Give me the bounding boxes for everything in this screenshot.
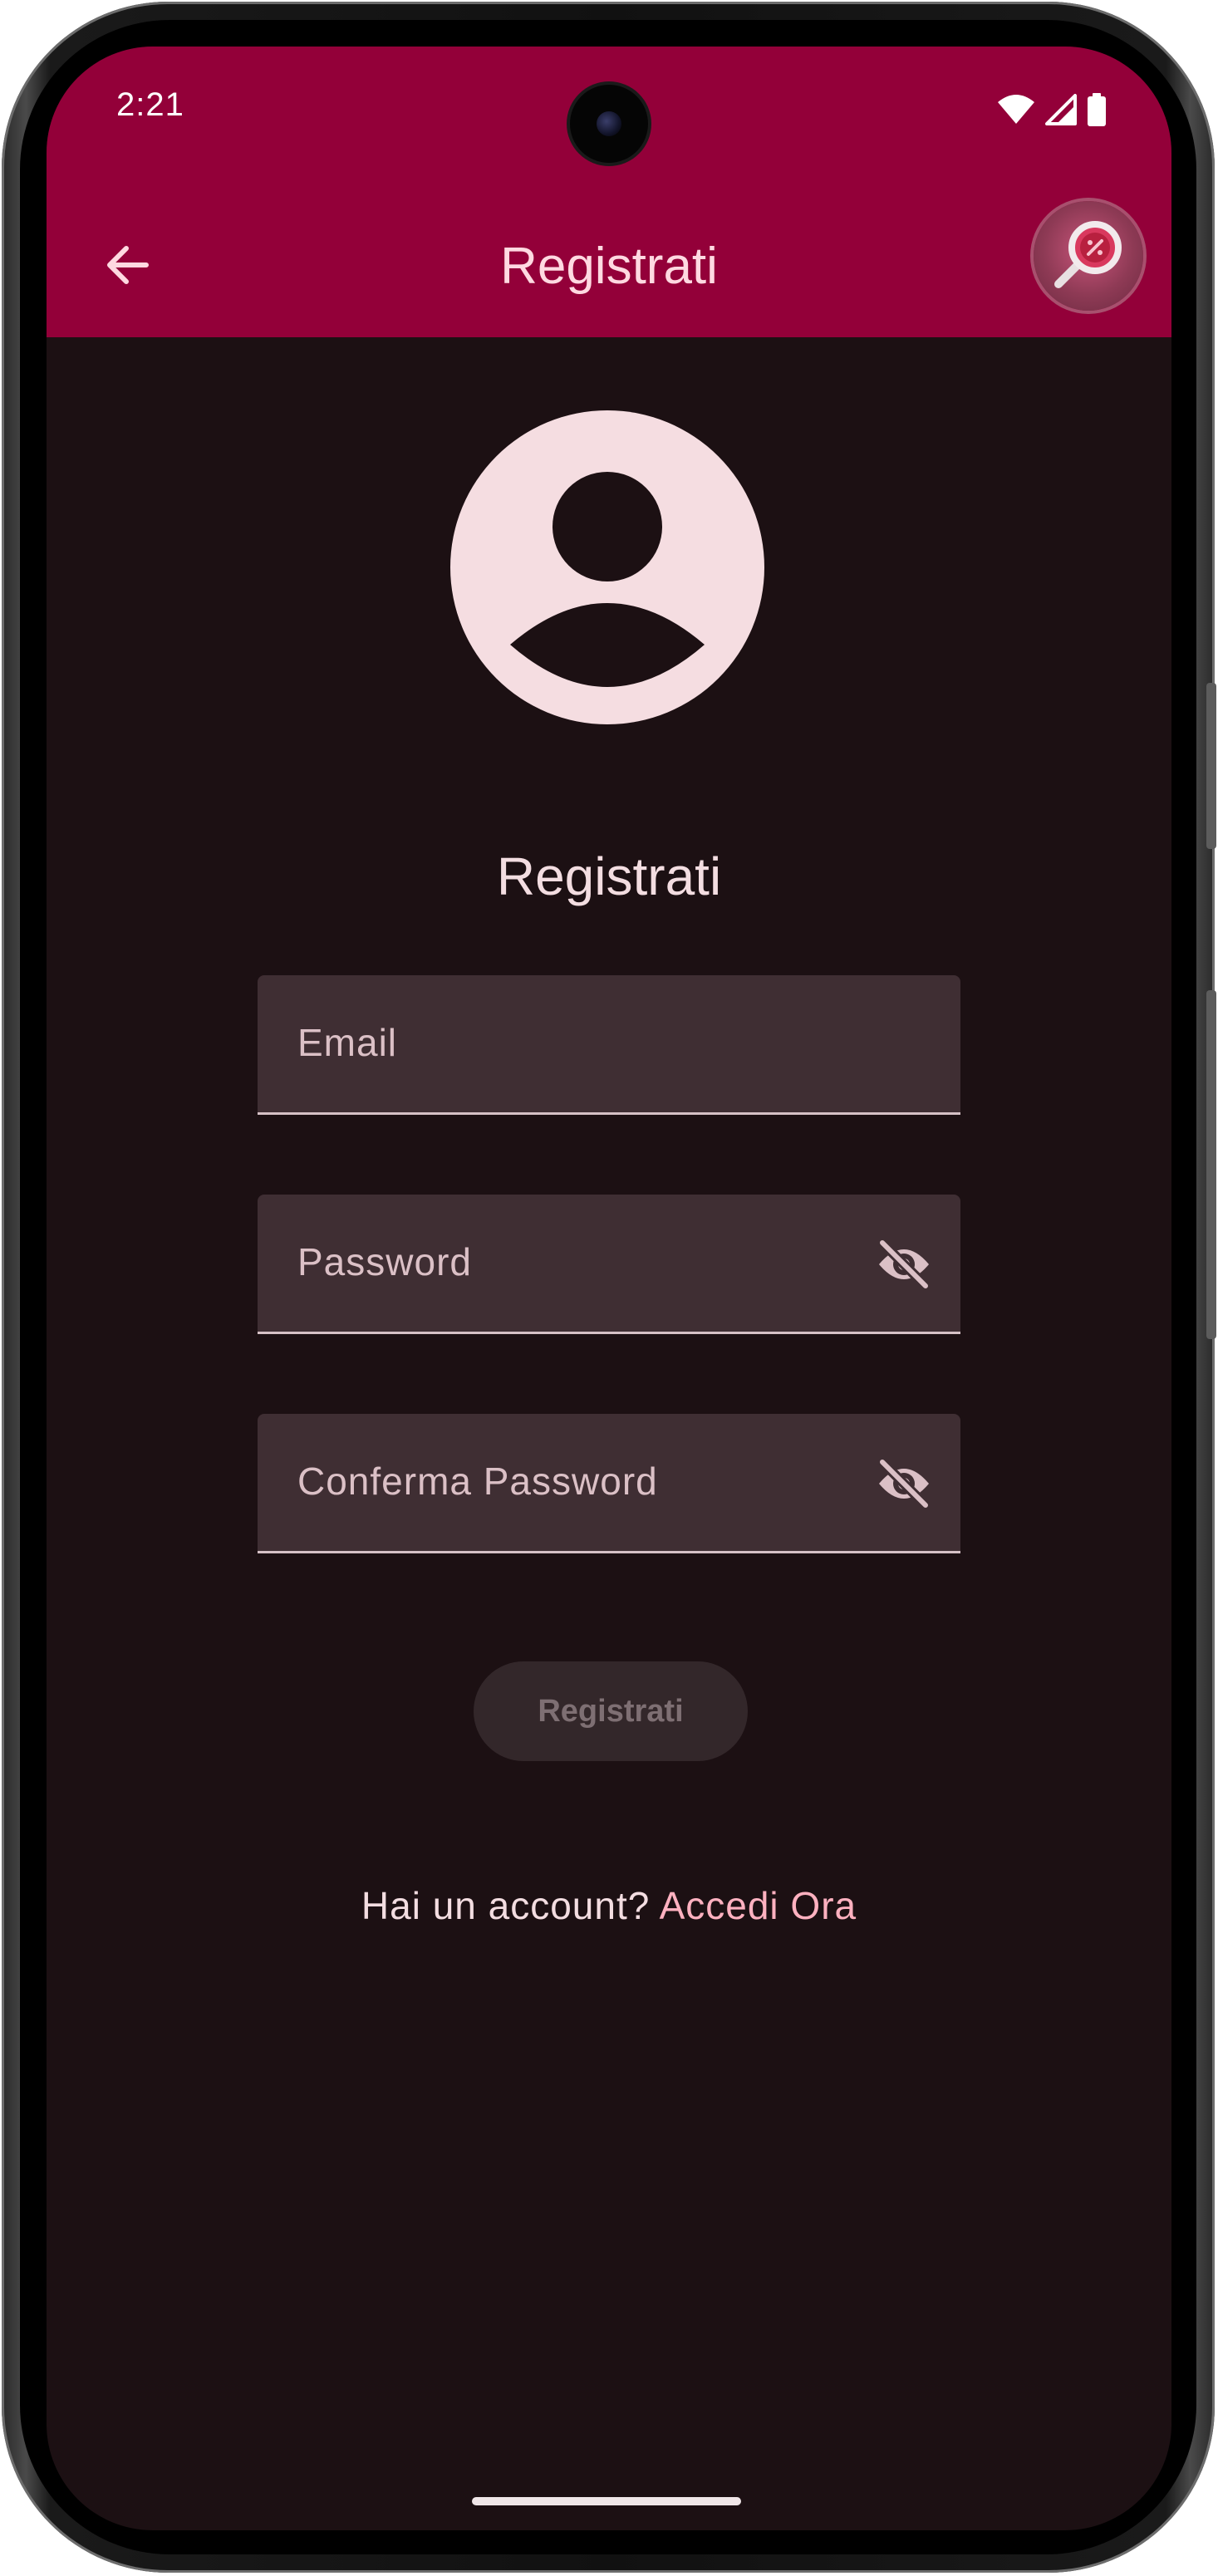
register-button[interactable]: Registrati: [474, 1661, 748, 1761]
status-time: 2:21: [116, 86, 184, 123]
login-link[interactable]: Accedi Ora: [660, 1884, 857, 1927]
email-field-label: Email: [297, 1021, 398, 1064]
wifi-icon: [997, 94, 1035, 130]
page-title: Registrati: [496, 846, 722, 906]
magnifier-avatar-icon: [1047, 213, 1130, 300]
power-button: [1206, 990, 1216, 1339]
screen: 2:21 Registrati Registrati Email Passwor…: [47, 47, 1171, 2530]
login-prompt-text: Hai un account?: [361, 1884, 660, 1927]
battery-icon: [1087, 93, 1107, 130]
account-circle-icon: [450, 410, 764, 724]
status-icons: [997, 93, 1107, 130]
confirm-password-field[interactable]: Conferma Password: [258, 1414, 960, 1553]
confirm-password-field-label: Conferma Password: [297, 1460, 658, 1503]
profile-avatar-button[interactable]: [1034, 201, 1143, 311]
volume-button: [1206, 683, 1216, 849]
visibility-off-icon[interactable]: [876, 1236, 932, 1293]
app-bar: 2:21 Registrati: [47, 47, 1171, 337]
front-camera: [570, 85, 648, 163]
email-field[interactable]: Email: [258, 975, 960, 1115]
home-indicator[interactable]: [472, 2497, 741, 2505]
login-prompt-row: Hai un account? Accedi Ora: [47, 1879, 1171, 1932]
password-field-label: Password: [297, 1240, 472, 1283]
app-bar-title: Registrati: [500, 238, 718, 295]
password-field[interactable]: Password: [258, 1195, 960, 1334]
visibility-off-icon[interactable]: [876, 1455, 932, 1512]
cellular-signal-icon: [1045, 94, 1077, 130]
